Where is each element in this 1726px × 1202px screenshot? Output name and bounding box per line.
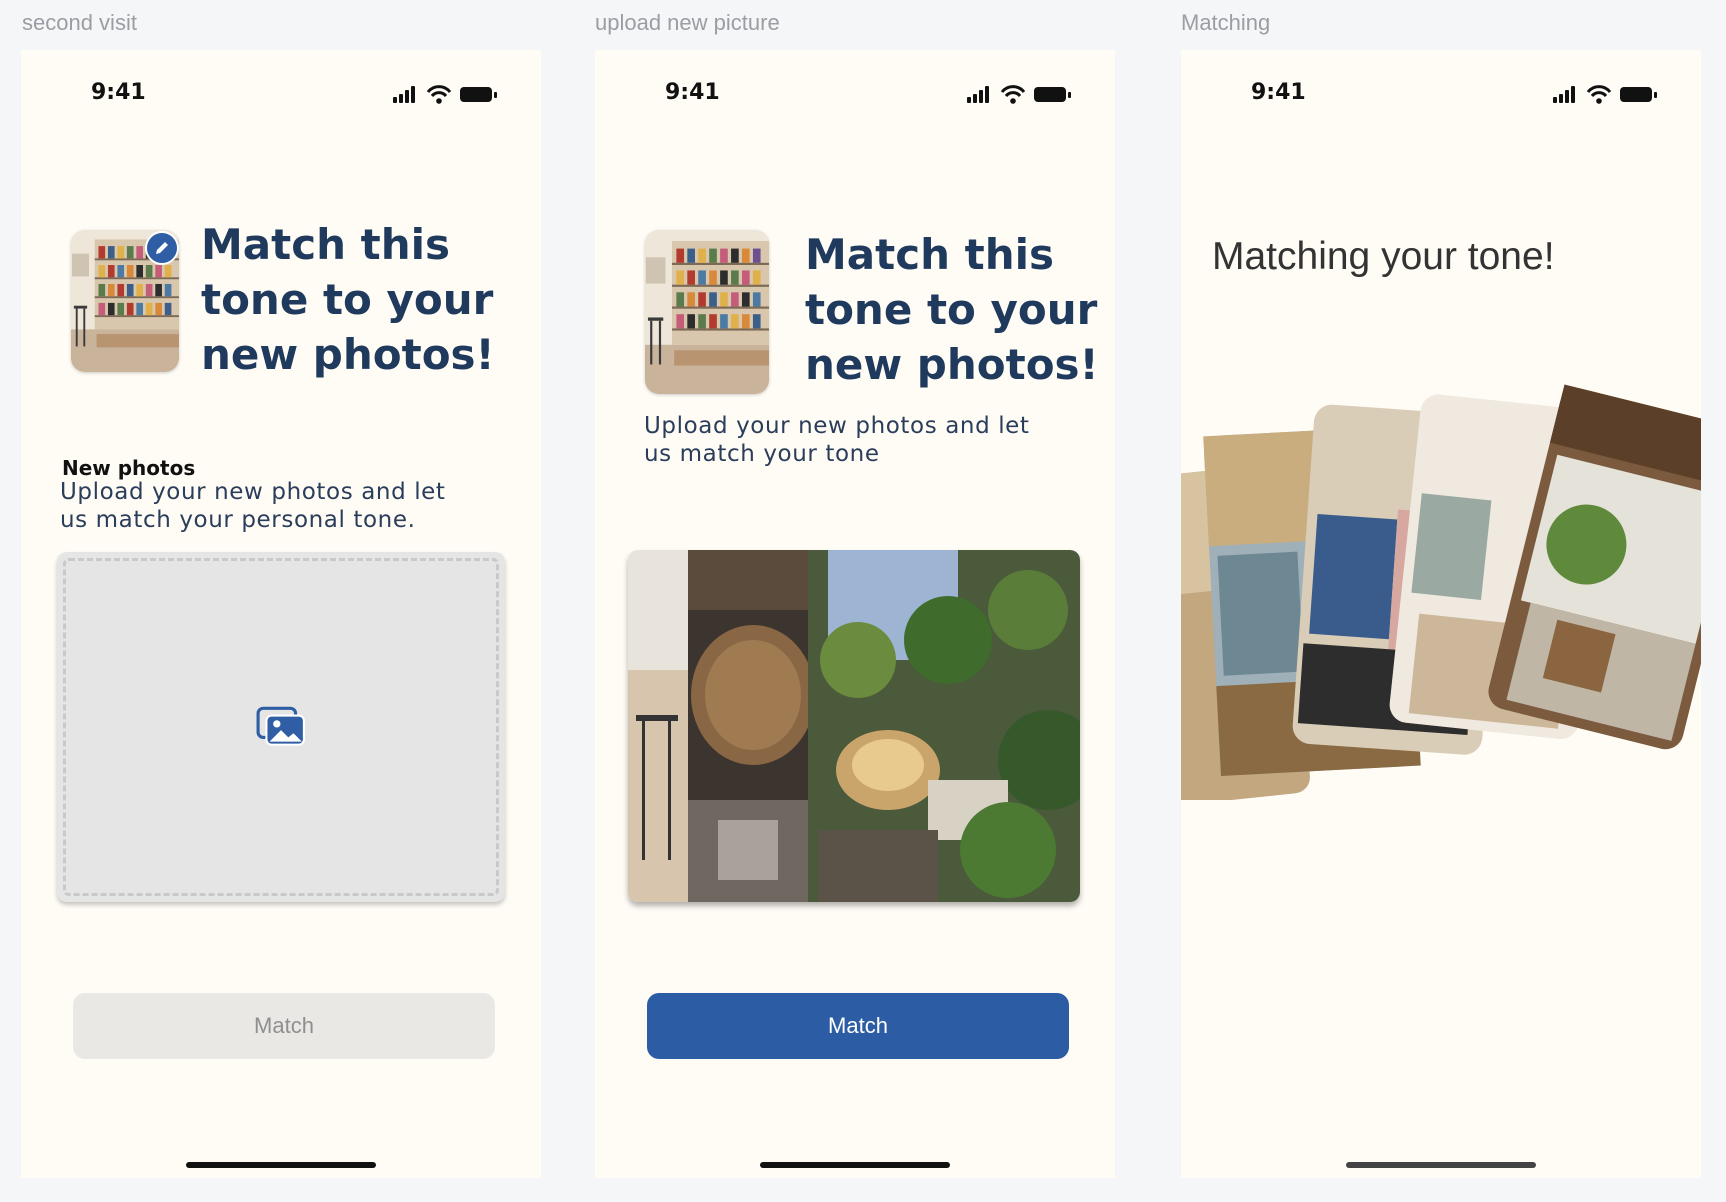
status-time: 9:41 bbox=[91, 80, 146, 105]
phone-screen-matching: 9:41 Matching your tone! bbox=[1181, 50, 1701, 1178]
status-icons bbox=[393, 84, 503, 106]
upload-description: Upload your new photos and let us match … bbox=[644, 412, 1030, 468]
home-indicator bbox=[186, 1162, 376, 1168]
status-bar: 9:41 bbox=[1181, 80, 1701, 114]
description-line-1: Upload your new photos and let bbox=[644, 413, 1030, 439]
reference-photo-thumbnail[interactable] bbox=[645, 230, 769, 394]
bookshelf-photo bbox=[645, 230, 769, 394]
description-line-2: us match your tone bbox=[644, 441, 880, 467]
phone-screen-second-visit: 9:41 Match this tone to your new photos!… bbox=[21, 50, 541, 1178]
frame-label-matching: Matching bbox=[1181, 10, 1271, 35]
match-button[interactable]: Match bbox=[647, 993, 1069, 1059]
home-indicator bbox=[760, 1162, 950, 1168]
headline-line-2: tone to your bbox=[201, 275, 494, 324]
status-icons bbox=[967, 84, 1077, 106]
headline: Match this tone to your new photos! bbox=[201, 217, 495, 382]
uploaded-photos-collage[interactable] bbox=[628, 550, 1080, 902]
frame-label-upload: upload new picture bbox=[595, 10, 780, 35]
headline-line-1: Match this bbox=[805, 230, 1055, 279]
status-bar: 9:41 bbox=[21, 80, 541, 114]
phone-screen-upload: 9:41 Match this tone to your new photos!… bbox=[595, 50, 1115, 1178]
description-line-1: Upload your new photos and let bbox=[60, 479, 446, 505]
matching-title: Matching your tone! bbox=[1212, 235, 1555, 278]
status-time: 9:41 bbox=[665, 80, 720, 105]
headline-line-2: tone to your bbox=[805, 285, 1098, 334]
headline-line-1: Match this bbox=[201, 220, 451, 269]
description-line-2: us match your personal tone. bbox=[60, 507, 416, 533]
status-icons bbox=[1553, 84, 1663, 106]
frame-label-second-visit: second visit bbox=[22, 10, 137, 35]
status-time: 9:41 bbox=[1251, 80, 1306, 105]
home-indicator bbox=[1346, 1162, 1536, 1168]
edit-icon[interactable] bbox=[145, 231, 179, 265]
headline-line-3: new photos! bbox=[805, 340, 1099, 389]
photo-gallery-icon bbox=[256, 706, 306, 748]
photo-stack-animation bbox=[1181, 384, 1701, 800]
headline: Match this tone to your new photos! bbox=[805, 227, 1099, 392]
headline-line-3: new photos! bbox=[201, 330, 495, 379]
match-button-disabled[interactable]: Match bbox=[73, 993, 495, 1059]
upload-description: Upload your new photos and let us match … bbox=[60, 478, 446, 534]
status-bar: 9:41 bbox=[595, 80, 1115, 114]
photo-upload-dropzone[interactable] bbox=[57, 552, 505, 902]
uploaded-photos-image bbox=[628, 550, 1080, 902]
section-title-new-photos: New photos bbox=[62, 456, 196, 480]
